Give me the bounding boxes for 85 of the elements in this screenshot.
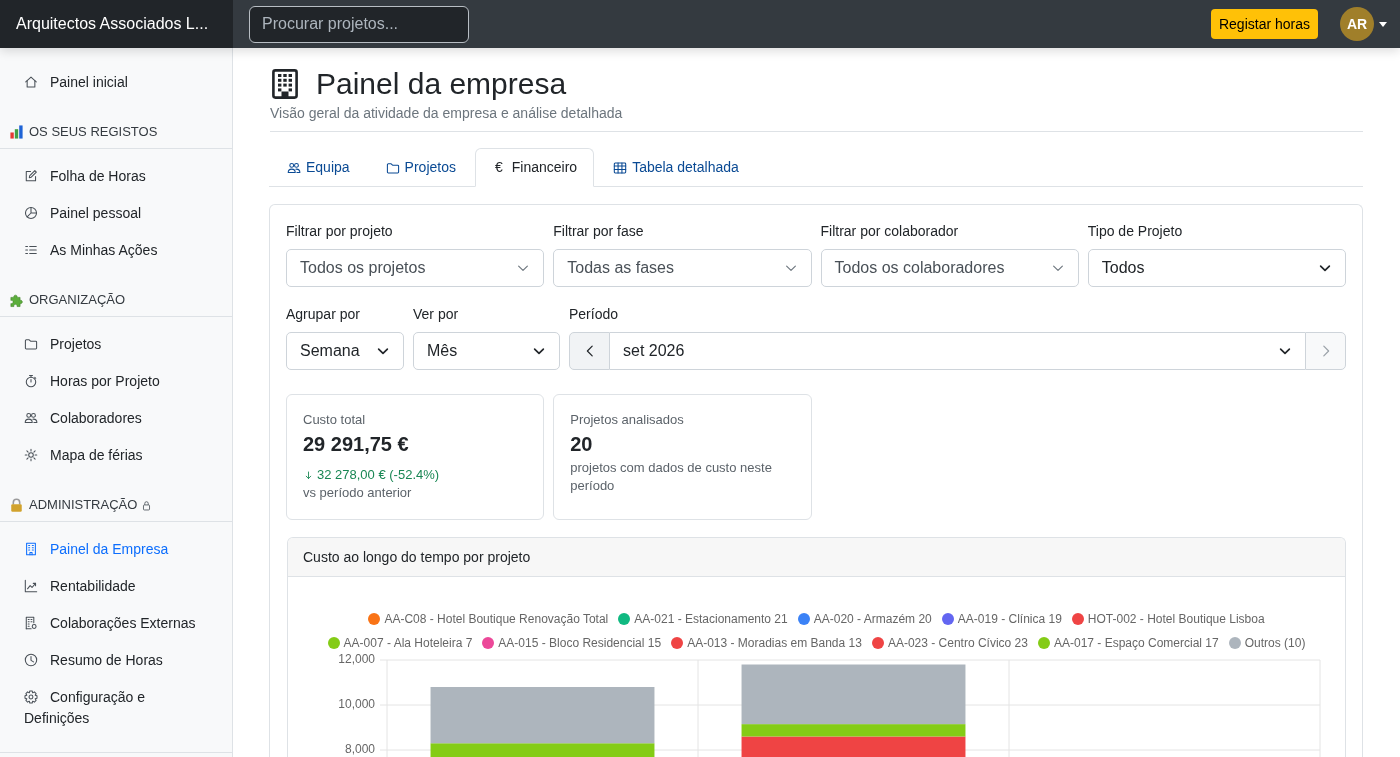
select-field[interactable]: Todos os colaboradores [820, 249, 1079, 287]
folder-icon [24, 337, 38, 351]
house-icon [24, 75, 38, 89]
clock-icon [24, 653, 38, 667]
select-field[interactable]: Mês [413, 332, 560, 370]
legend-label: AA-019 - Clínica 19 [957, 612, 1062, 626]
field-label: Filtrar por colaborador [820, 222, 960, 241]
building-icon [272, 69, 298, 99]
field-label: Período [569, 305, 620, 324]
field-label: Ver por [413, 305, 460, 324]
pencil-square-icon [24, 169, 38, 183]
people-icon [24, 411, 38, 425]
puzzle-piece-icon [9, 292, 24, 308]
sidebar-link[interactable]: Horas por Projeto [0, 363, 232, 400]
field-label: Filtrar por projeto [286, 222, 394, 241]
legend-label: AA-C08 - Hotel Boutique Renovação Total [384, 612, 609, 626]
field-label: Tipo de Projeto [1087, 222, 1184, 241]
euro-icon: € [494, 157, 503, 178]
change-text: 32 278,00 € (-52.4%) [317, 466, 440, 484]
stat-label: Custo total [303, 411, 367, 428]
legend-label: HOT-002 - Hotel Boutique Lisboa [1087, 612, 1265, 626]
caret-icon[interactable] [1379, 21, 1387, 27]
padlock-icon [9, 497, 24, 513]
user-avatar[interactable]: AR [1340, 7, 1374, 41]
list-icon [24, 243, 38, 257]
legend-label: AA-021 - Estacionamento 21 [634, 612, 788, 626]
field-label: Agrupar por [286, 305, 361, 324]
tab[interactable]: Tabela detalhada [596, 148, 756, 187]
building-icon [24, 616, 38, 630]
stat-label: Projetos analisados [570, 411, 685, 428]
select-field[interactable]: Todos os projetos [286, 249, 545, 287]
tab[interactable]: Equipa [270, 148, 367, 187]
sidebar-link[interactable]: Folha de Horas [0, 158, 232, 195]
previous-period-button[interactable] [569, 332, 610, 370]
select-field[interactable]: Todos [1087, 249, 1346, 287]
legend-label: Outros (10) [1244, 636, 1306, 650]
field-label: Filtrar por fase [553, 222, 645, 241]
legend-label: AA-020 - Armazém 20 [813, 612, 932, 626]
section-title: ADMINISTRAÇÃO [29, 496, 138, 514]
legend-label: AA-007 - Ala Hoteleira 7 [343, 636, 473, 650]
sidebar-link[interactable]: Colaboradores [0, 400, 232, 437]
chart-card-title: Custo ao longo do tempo por projeto [288, 538, 1345, 577]
bar-chart-icon [9, 124, 24, 140]
sidebar-link[interactable]: As Minhas Ações [0, 232, 232, 269]
sidebar-link[interactable]: Painel pessoal [0, 195, 232, 232]
select-field[interactable]: Todas as fases [553, 249, 812, 287]
settings-icon [24, 690, 38, 704]
sidebar-link[interactable]: Mapa de férias [0, 437, 232, 474]
folder-icon [385, 160, 400, 175]
stat-value: 20 [570, 432, 594, 457]
line-chart-icon [24, 579, 38, 593]
section-title: ORGANIZAÇÃO [29, 291, 126, 309]
period-select[interactable]: set 2026 [610, 332, 1305, 370]
stat-value: 29 291,75 € [303, 432, 410, 457]
sidebar-link[interactable]: Painel da Empresa [0, 531, 232, 568]
sidebar-link[interactable]: Painel inicial [0, 64, 232, 101]
sidebar-link[interactable]: Colaborações Externas [0, 605, 232, 642]
sun-icon [24, 448, 38, 462]
search-field[interactable]: Procurar projetos... [249, 5, 469, 43]
sidebar-link[interactable]: Projetos [0, 326, 232, 363]
people-icon [287, 160, 301, 175]
legend-label: AA-017 - Espaço Comercial 17 [1053, 636, 1219, 650]
sidebar-link[interactable]: Rentabilidade [0, 568, 232, 605]
stopwatch-icon [24, 374, 38, 388]
pie-chart-icon [24, 206, 38, 220]
register-hours-button[interactable]: Registar horas [1210, 9, 1318, 39]
select-field[interactable]: Semana [286, 332, 404, 370]
building-icon [24, 542, 38, 556]
sidebar-link[interactable]: Configuração e Definições [0, 679, 232, 737]
legend-label: AA-013 - Moradias em Banda 13 [687, 636, 862, 650]
stat-note: vs período anterior [303, 484, 413, 502]
y-axis-label: 12,000 [338, 652, 375, 667]
y-axis-label: 10,000 [338, 697, 375, 712]
tab[interactable]: € Financeiro [474, 148, 595, 187]
legend-label: AA-023 - Centro Cívico 23 [887, 636, 1028, 650]
table-icon [613, 160, 628, 175]
legend-label: AA-015 - Bloco Residencial 15 [498, 636, 662, 650]
y-axis-label: 8,000 [344, 742, 375, 757]
page-subtitle: Visão geral da atividade da empresa e análise detalhada [270, 104, 624, 123]
page-title: Painel da empresa [316, 66, 567, 102]
brand-link[interactable]: Arquitectos Associados L... [0, 0, 233, 48]
sidebar-link[interactable]: Resumo de Horas [0, 642, 232, 679]
stat-note: projetos com dados de custo neste período [570, 459, 773, 495]
section-title: OS SEUS REGISTOS [29, 123, 158, 141]
tab[interactable]: Projetos [368, 148, 473, 187]
